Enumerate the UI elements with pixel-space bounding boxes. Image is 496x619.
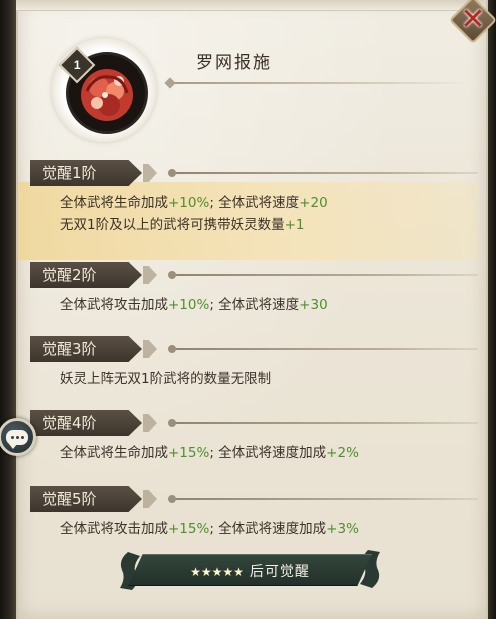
rank-number: 1 [73, 58, 81, 72]
awakening-header: 觉醒4阶 [30, 410, 478, 438]
effect-text: 全体武将生命加成 [60, 445, 168, 461]
effect-text: 妖灵上阵无双1阶武将的数量无限制 [60, 371, 272, 387]
tag-arrow-decoration [143, 164, 157, 182]
awakening-section-1: 觉醒1阶 全体武将生命加成+10%; 全体武将速度+20 无双1阶及以上的武将可携带… [30, 160, 478, 236]
effect-text: 全体武将攻击加成 [60, 521, 168, 537]
awakening-header: 觉醒2阶 [30, 262, 478, 290]
effect-value: +10% [168, 195, 210, 211]
effect-text: 全体武将生命加成 [60, 195, 168, 211]
ribbon-text: 后可觉醒 [249, 564, 310, 580]
awakening-effects: 妖灵上阵无双1阶武将的数量无限制 [30, 364, 478, 390]
tag-arrow-decoration [143, 340, 157, 358]
effect-text: ; 全体武将速度加成 [209, 521, 327, 537]
chat-bubble-icon [6, 429, 28, 449]
effect-text: ; 全体武将速度 [209, 195, 300, 211]
left-frame [0, 0, 16, 619]
awakening-section-2: 觉醒2阶全体武将攻击加成+10%; 全体武将速度+30 [30, 262, 478, 316]
effect-line: 妖灵上阵无双1阶武将的数量无限制 [60, 368, 478, 390]
effect-value: +1 [284, 217, 305, 233]
effect-value: +30 [299, 297, 328, 313]
effect-value: +3% [326, 521, 359, 537]
header-divider [168, 495, 478, 503]
effect-text: 无双1阶及以上的武将可携带妖灵数量 [60, 217, 285, 233]
star-icons: ★★★★★ [190, 565, 244, 579]
effect-value: +10% [168, 297, 210, 313]
awakening-section-3: 觉醒3阶妖灵上阵无双1阶武将的数量无限制 [30, 336, 478, 390]
effect-value: +15% [168, 445, 210, 461]
ribbon-label: ★★★★★ 后可觉醒 [118, 561, 382, 581]
effect-line: 全体武将攻击加成+10%; 全体武将速度+30 [60, 294, 478, 316]
effect-line: 无双1阶及以上的武将可携带妖灵数量+1 [60, 214, 478, 236]
awakening-tag: 觉醒5阶 [30, 486, 142, 512]
effect-line: 全体武将攻击加成+15%; 全体武将速度加成+3% [60, 518, 478, 540]
title-divider [170, 82, 470, 84]
effect-value: +20 [299, 195, 328, 211]
effect-text: ; 全体武将速度 [209, 297, 300, 313]
header-divider [168, 345, 478, 353]
awakening-section-4: 觉醒4阶全体武将生命加成+15%; 全体武将速度加成+2% [30, 410, 478, 464]
awakening-effects: 全体武将生命加成+15%; 全体武将速度加成+2% [30, 438, 478, 464]
close-button[interactable]: ✕ [448, 0, 496, 45]
hero-avatar[interactable]: 1 [52, 38, 156, 142]
tag-arrow-decoration [143, 266, 157, 284]
hero-name: 罗网报施 [196, 53, 272, 73]
tag-arrow-decoration [143, 414, 157, 432]
effect-value: +2% [326, 445, 359, 461]
close-icon: ✕ [460, 2, 486, 37]
awakening-section-5: 觉醒5阶全体武将攻击加成+15%; 全体武将速度加成+3% [30, 486, 478, 540]
header-divider [168, 169, 478, 177]
awakening-effects: 全体武将生命加成+10%; 全体武将速度+20 无双1阶及以上的武将可携带妖灵数量… [30, 188, 478, 236]
awakening-header: 觉醒5阶 [30, 486, 478, 514]
effect-text: 全体武将攻击加成 [60, 297, 168, 313]
effect-line: 全体武将生命加成+10%; 全体武将速度+20 [60, 192, 478, 214]
awakening-header: 觉醒1阶 [30, 160, 478, 188]
awakening-tag: 觉醒1阶 [30, 160, 142, 186]
header-divider [168, 419, 478, 427]
awakening-effects: 全体武将攻击加成+10%; 全体武将速度+30 [30, 290, 478, 316]
awaken-requirement-ribbon: ★★★★★ 后可觉醒 [118, 548, 382, 592]
header-divider [168, 271, 478, 279]
awakening-tag: 觉醒2阶 [30, 262, 142, 288]
awakening-effects: 全体武将攻击加成+15%; 全体武将速度加成+3% [30, 514, 478, 540]
effect-line: 全体武将生命加成+15%; 全体武将速度加成+2% [60, 442, 478, 464]
awakening-header: 觉醒3阶 [30, 336, 478, 364]
effect-value: +15% [168, 521, 210, 537]
awakening-tag: 觉醒3阶 [30, 336, 142, 362]
awakening-tag: 觉醒4阶 [30, 410, 142, 436]
effect-text: ; 全体武将速度加成 [209, 445, 327, 461]
tag-arrow-decoration [143, 490, 157, 508]
scroll-top-edge [16, 0, 484, 11]
